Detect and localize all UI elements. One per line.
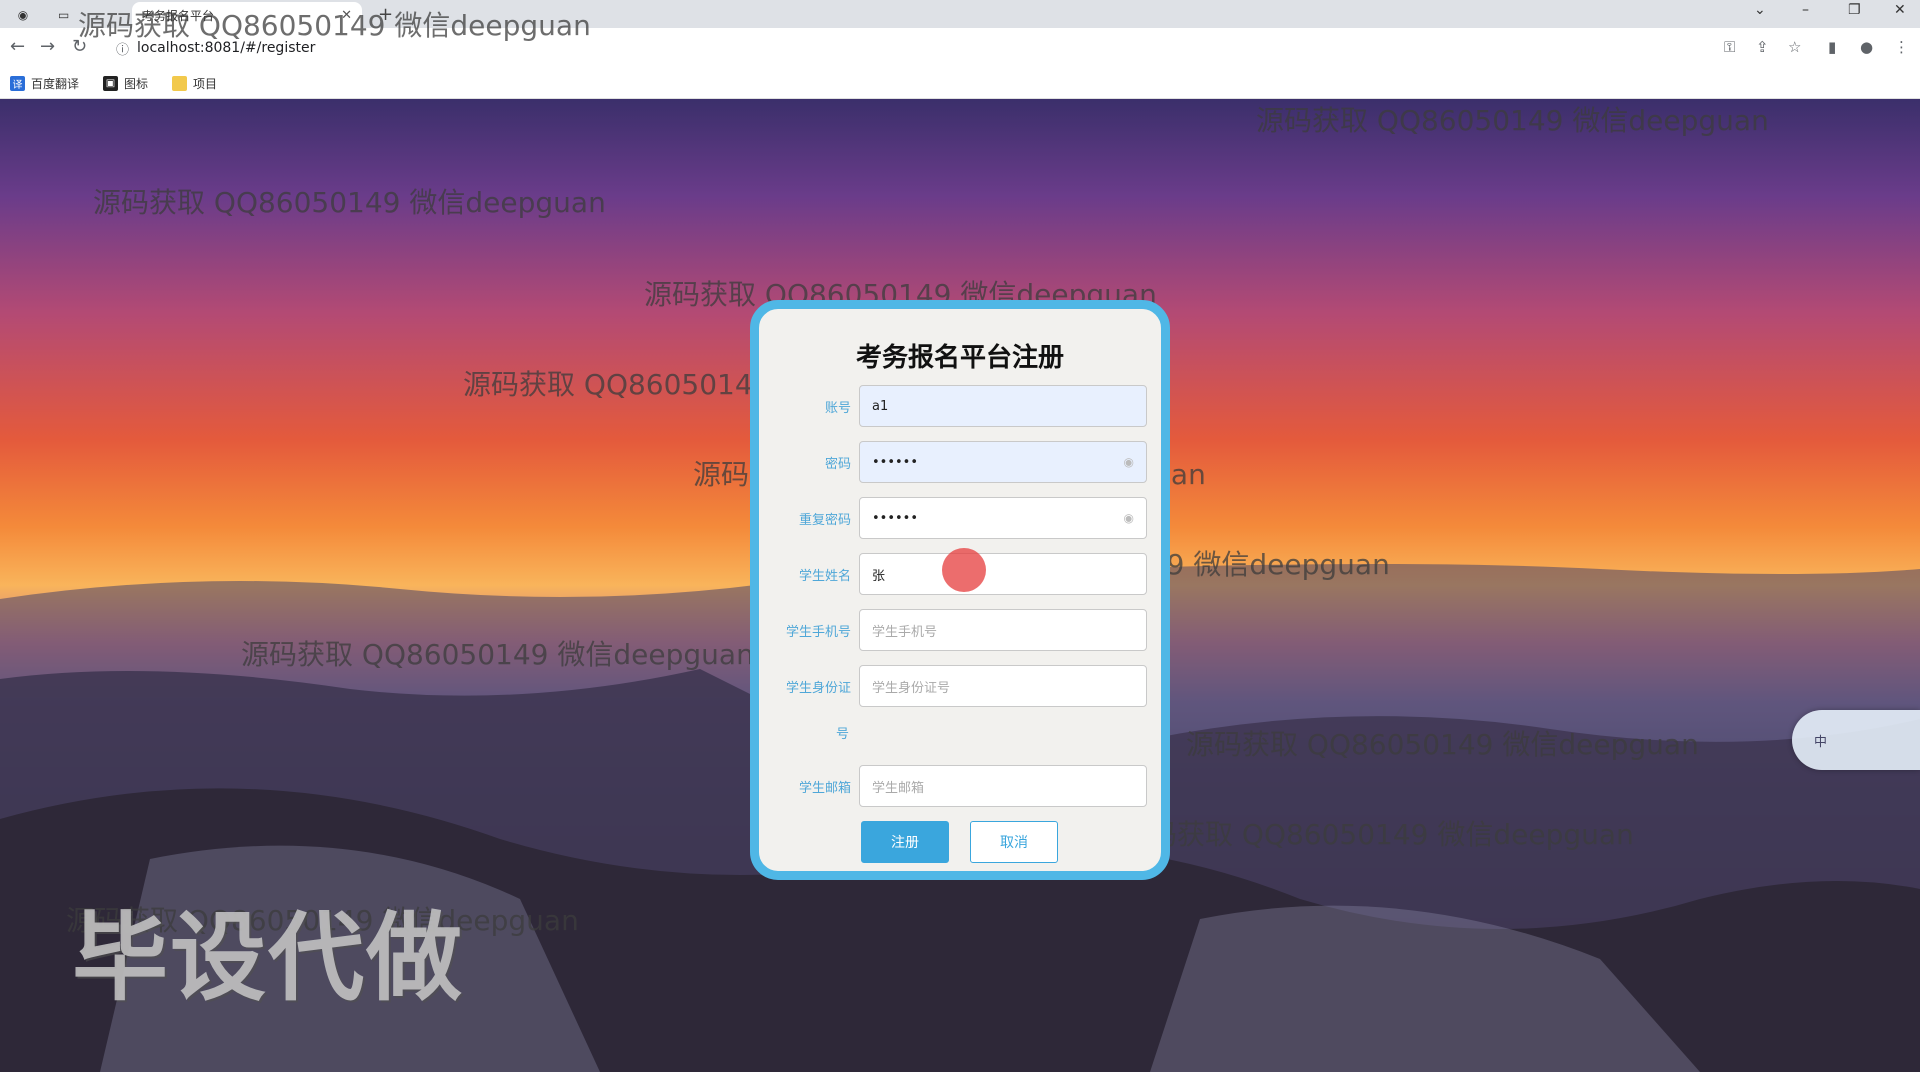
star-icon[interactable]: ☆ — [1788, 38, 1801, 56]
eye-icon[interactable]: ◉ — [1124, 511, 1134, 525]
menu-icon[interactable]: ⋮ — [1894, 38, 1909, 56]
name-label: 学生姓名 — [798, 569, 851, 584]
minimize-button[interactable]: – — [1802, 2, 1809, 18]
account-label: 账号 — [824, 401, 851, 416]
tab-search-icon[interactable]: ⌄ — [1754, 2, 1766, 18]
bookmark-translate[interactable]: 译 百度翻译 — [10, 75, 79, 92]
image-icon: ▣ — [103, 75, 119, 91]
forward-button[interactable]: → — [40, 36, 55, 57]
translate-icon: 译 — [10, 75, 25, 91]
watermark: 源码获取 QQ86050149 微信deepguan — [78, 9, 591, 42]
confirm-password-input[interactable]: •••••• ◉ — [859, 497, 1147, 539]
cursor-indicator — [942, 548, 986, 592]
cancel-button[interactable]: 取消 — [970, 821, 1058, 863]
register-button[interactable]: 注册 — [861, 821, 949, 863]
profile-icon[interactable]: ● — [1860, 38, 1873, 56]
browser-menu-icon[interactable]: ◉ — [4, 2, 42, 28]
phone-label: 学生手机号 — [785, 625, 851, 640]
eye-icon[interactable]: ◉ — [1124, 455, 1134, 469]
bookmark-icons[interactable]: ▣ 图标 — [103, 75, 148, 92]
phone-input[interactable]: 学生手机号 — [859, 609, 1147, 651]
email-input[interactable]: 学生邮箱 — [859, 765, 1147, 807]
share-icon[interactable]: ⇪ — [1756, 38, 1769, 56]
side-floating-widget[interactable]: 中 — [1792, 710, 1920, 770]
idcard-label: 学生身份证 — [785, 681, 851, 696]
bookmarks-bar: 译 百度翻译 ▣ 图标 项目 — [0, 68, 1920, 99]
watermark: 源码获取 QQ86050149 微信deepguan — [1256, 104, 1769, 137]
watermark: 源码获取 QQ86050149 微信deepguan — [93, 186, 606, 219]
sidebar-icon[interactable]: ▮ — [1828, 38, 1836, 56]
watermark: 源码获取 QQ86050149 微信deepguan — [1186, 728, 1699, 761]
close-window-button[interactable]: ✕ — [1894, 2, 1906, 18]
password-label: 密码 — [824, 457, 851, 472]
account-input[interactable]: a1 — [859, 385, 1147, 427]
page-title: 考务报名平台注册 — [855, 343, 1064, 373]
watermark-large: 毕设代做 — [72, 902, 464, 1014]
confirm-password-label: 重复密码 — [798, 513, 851, 528]
name-input[interactable]: 张 — [859, 553, 1147, 595]
idcard-input[interactable]: 学生身份证号 — [859, 665, 1147, 707]
back-button[interactable]: ← — [10, 36, 25, 57]
restore-button[interactable]: ❐ — [1848, 2, 1861, 18]
bookmark-projects[interactable]: 项目 — [172, 75, 217, 92]
password-input[interactable]: •••••• ◉ — [859, 441, 1147, 483]
key-icon[interactable]: ⚿ — [1724, 38, 1735, 56]
watermark: 源码获取 QQ86050149 微信deepguan — [1121, 818, 1634, 851]
email-label: 学生邮箱 — [798, 781, 851, 796]
folder-icon — [172, 75, 188, 91]
idcard-label-wrap: 号 — [835, 727, 849, 742]
watermark: 源码获取 QQ86050149 微信deepguan — [241, 638, 754, 671]
side-widget-label: 中 — [1814, 734, 1828, 750]
